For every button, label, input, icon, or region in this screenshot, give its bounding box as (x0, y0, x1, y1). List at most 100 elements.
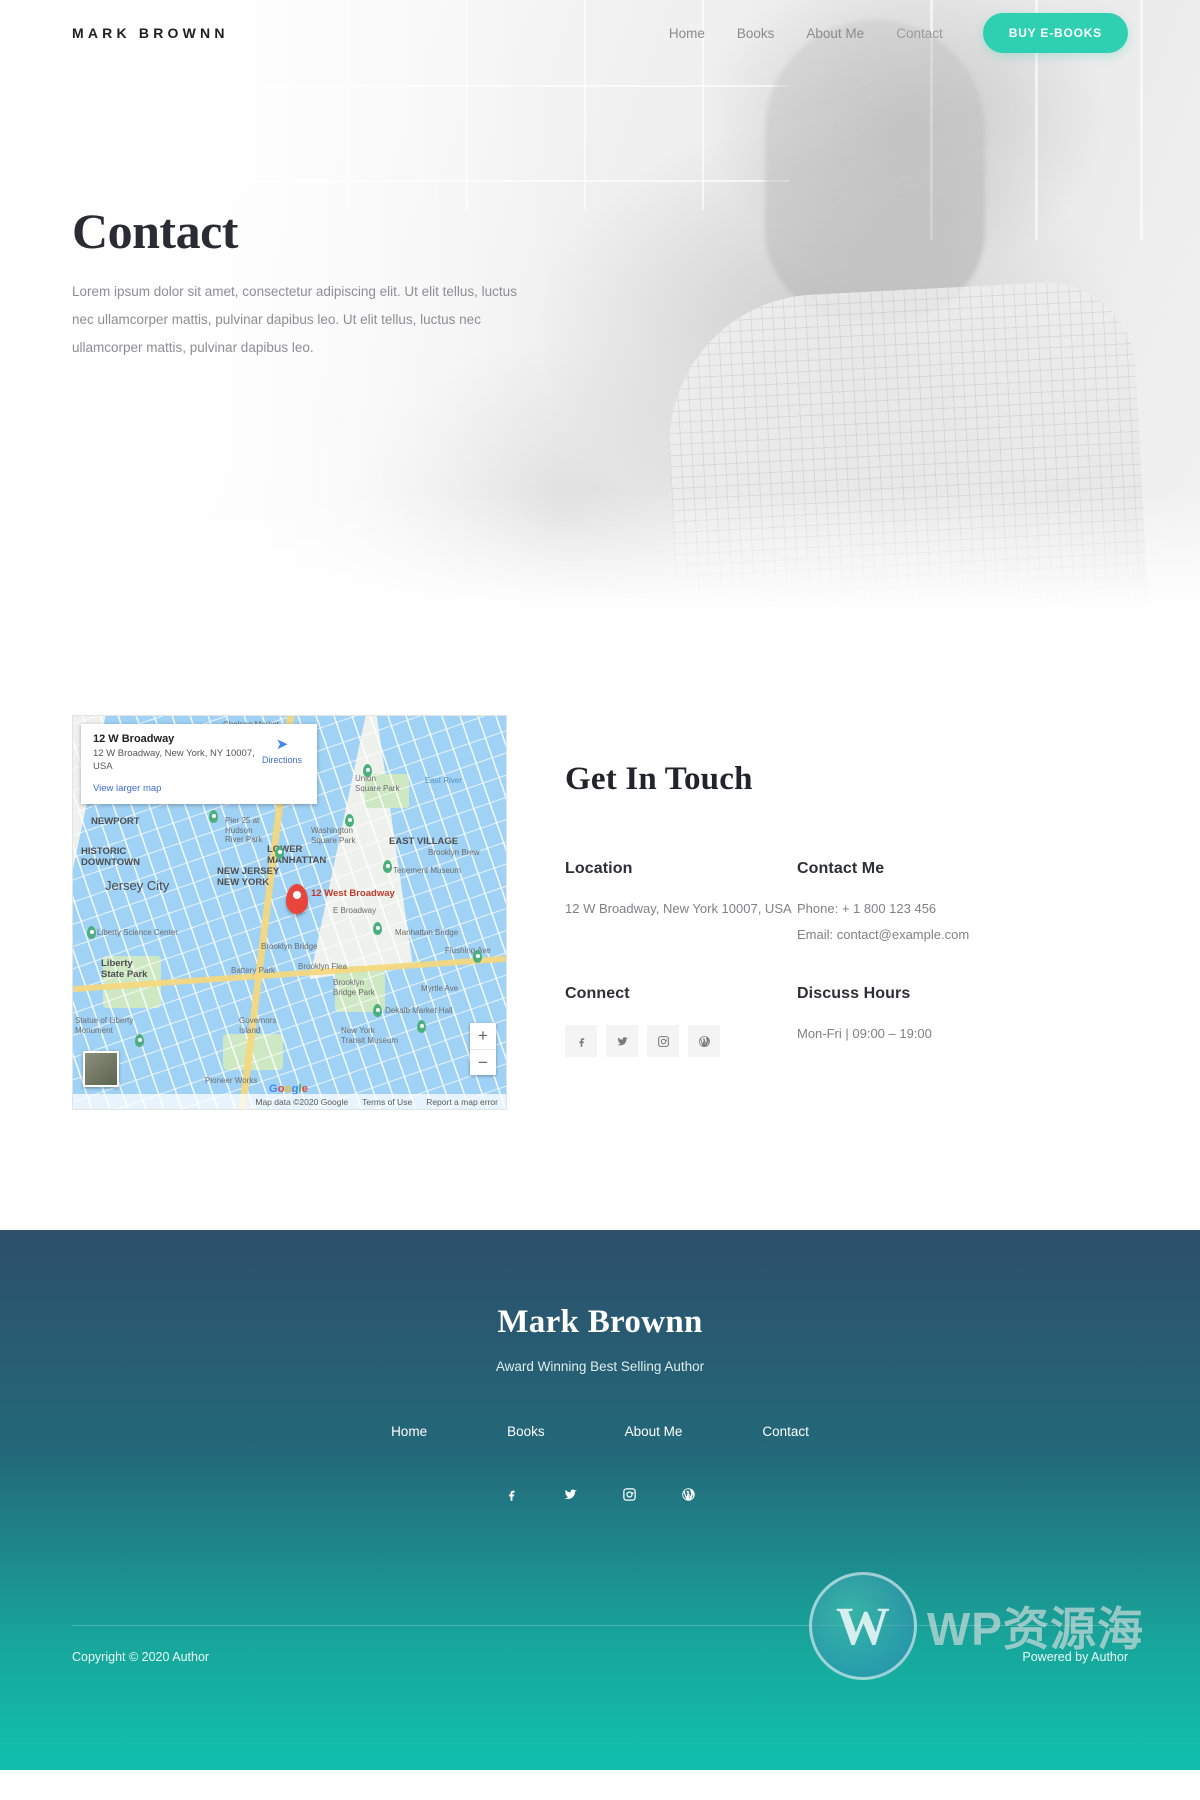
contact-section: Chelsea MarketUnion Square ParkWashingto… (0, 620, 1200, 1230)
map-label: East River (425, 776, 462, 785)
map-marker-small[interactable] (87, 926, 96, 939)
footer-link-home[interactable]: Home (351, 1424, 467, 1439)
nav-link-contact[interactable]: Contact (880, 26, 959, 41)
copyright-text: Copyright © 2020 Author (72, 1650, 210, 1664)
connect-heading: Connect (565, 985, 630, 1003)
footer-link-about-me[interactable]: About Me (585, 1424, 723, 1439)
map-label: Brooklyn Flea (298, 962, 347, 971)
map-label: NEWPORT (91, 816, 140, 827)
map-label: Brooklyn Bridge (261, 942, 318, 951)
directions-icon: ➤ (275, 736, 289, 753)
twitter-icon[interactable] (606, 1025, 638, 1058)
map-zoom-controls[interactable]: + − (470, 1023, 496, 1075)
map-data-attribution: Map data ©2020 Google (255, 1096, 349, 1107)
contact-phone: Phone: + 1 800 123 456 (797, 901, 937, 916)
hero-copy: Contact Lorem ipsum dolor sit amet, cons… (72, 205, 592, 363)
map-marker-small[interactable] (373, 922, 382, 935)
map-label: New York Transit Museum (341, 1026, 399, 1045)
contact-me-heading: Contact Me (797, 860, 885, 877)
facebook-icon[interactable] (504, 1487, 519, 1507)
map-directions-button[interactable]: ➤ Directions (257, 733, 307, 794)
nav-link-books[interactable]: Books (721, 26, 791, 41)
map-label: HISTORIC DOWNTOWN (81, 846, 140, 869)
get-in-touch-panel: Get In Touch Location 12 W Broadway, New… (565, 715, 1128, 1110)
hero-subtitle: Lorem ipsum dolor sit amet, consectetur … (72, 283, 517, 356)
map-label: Liberty State Park (101, 958, 148, 981)
contact-details-grid: Location 12 W Broadway, New York 10007, … (565, 860, 1128, 1058)
instagram-icon[interactable] (647, 1025, 679, 1058)
map-terms-link[interactable]: Terms of Use (362, 1097, 412, 1107)
footer-brand: Mark Brownn (497, 1304, 703, 1340)
location-address: 12 W Broadway, New York 10007, USA (565, 901, 792, 916)
wordpress-icon[interactable] (688, 1025, 720, 1058)
map-marker-small[interactable] (473, 950, 482, 963)
map-label: EAST VILLAGE (389, 836, 459, 847)
map-report-link[interactable]: Report a map error (426, 1097, 498, 1107)
connect-block: Connect (565, 985, 797, 1058)
map-marker-small[interactable] (275, 846, 284, 859)
map-info-card-body: 12 W Broadway 12 W Broadway, New York, N… (93, 733, 257, 794)
map-streetview-thumbnail[interactable] (83, 1051, 119, 1087)
map-label: E Broadway (333, 906, 377, 915)
map-label: Governors Island (239, 1016, 277, 1035)
google-map[interactable]: Chelsea MarketUnion Square ParkWashingto… (72, 715, 507, 1110)
page-root: MARK BROWNN Home Books About Me Contact … (0, 0, 1200, 1770)
site-footer: Mark Brownn Award Winning Best Selling A… (0, 1230, 1200, 1770)
map-marker-small[interactable] (209, 810, 218, 823)
hero-section: MARK BROWNN Home Books About Me Contact … (0, 0, 1200, 620)
map-marker-label: 12 West Broadway (311, 888, 395, 899)
instagram-icon[interactable] (622, 1487, 637, 1507)
map-label: Tenement Museum (393, 866, 462, 875)
map-marker-small[interactable] (417, 1020, 426, 1033)
location-heading: Location (565, 860, 633, 877)
footer-tagline: Award Winning Best Selling Author (495, 1359, 705, 1374)
map-marker-small[interactable] (135, 1034, 144, 1047)
map-label: Battery Park (231, 966, 276, 975)
nav-link-home[interactable]: Home (653, 26, 721, 41)
map-label: Statue of Liberty Monument (75, 1016, 134, 1035)
discuss-hours-text: Mon-Fri | 09:00 – 19:00 (797, 1026, 932, 1042)
page-title: Contact (72, 203, 238, 259)
map-label: Myrtle Ave (421, 984, 459, 993)
map-label: Dekalb Market Hall (385, 1006, 453, 1015)
directions-label: Directions (261, 755, 302, 765)
map-info-address: 12 W Broadway, New York, NY 10007, USA (93, 748, 255, 772)
view-larger-map-link[interactable]: View larger map (93, 783, 257, 794)
site-brand[interactable]: MARK BROWNN (72, 25, 229, 41)
discuss-hours-heading: Discuss Hours (797, 985, 911, 1003)
powered-by-text: Powered by Author (1022, 1650, 1128, 1664)
map-marker-small[interactable] (383, 860, 392, 873)
location-block: Location 12 W Broadway, New York 10007, … (565, 860, 797, 947)
map-label: Union Square Park (355, 774, 400, 793)
map-label: Flushing Ave (445, 946, 491, 955)
map-info-title: 12 W Broadway (93, 733, 175, 745)
contact-email: Email: contact@example.com (797, 927, 970, 943)
map-marker-small[interactable] (345, 814, 354, 827)
map-label: Washington Square Park (311, 826, 356, 845)
discuss-hours-block: Discuss Hours Mon-Fri | 09:00 – 19:00 (797, 985, 1128, 1057)
map-attribution-bar: Map data ©2020 Google Terms of Use Repor… (73, 1094, 506, 1109)
nav-links-group: Home Books About Me Contact BUY E-BOOKS (653, 13, 1128, 53)
main-navigation: MARK BROWNN Home Books About Me Contact … (0, 0, 1200, 66)
map-label: NEW JERSEY NEW YORK (217, 866, 280, 889)
footer-link-books[interactable]: Books (467, 1424, 585, 1439)
map-zoom-in-button[interactable]: + (470, 1023, 496, 1049)
contact-me-block: Contact Me Phone: + 1 800 123 456 Email:… (797, 860, 1128, 947)
map-marker-small[interactable] (363, 764, 372, 777)
facebook-icon[interactable] (565, 1025, 597, 1058)
map-label: Jersey City (105, 878, 170, 893)
map-label: Pioneer Works (205, 1076, 258, 1085)
twitter-icon[interactable] (563, 1487, 578, 1507)
hero-bottom-fade (0, 490, 1200, 620)
map-zoom-out-button[interactable]: − (470, 1049, 496, 1075)
footer-link-contact[interactable]: Contact (722, 1424, 849, 1439)
wordpress-icon[interactable] (681, 1487, 696, 1507)
map-marker-small[interactable] (373, 1004, 382, 1017)
footer-navigation: Home Books About Me Contact (72, 1424, 1128, 1439)
buy-ebooks-button[interactable]: BUY E-BOOKS (982, 13, 1128, 53)
map-label: Liberty Science Center (97, 928, 178, 937)
map-marker-primary[interactable] (286, 884, 308, 916)
map-label: Brooklyn Bridge Park (333, 978, 375, 997)
map-label: Pier 25 at Hudson River Park (225, 816, 263, 845)
nav-link-about-me[interactable]: About Me (790, 26, 880, 41)
